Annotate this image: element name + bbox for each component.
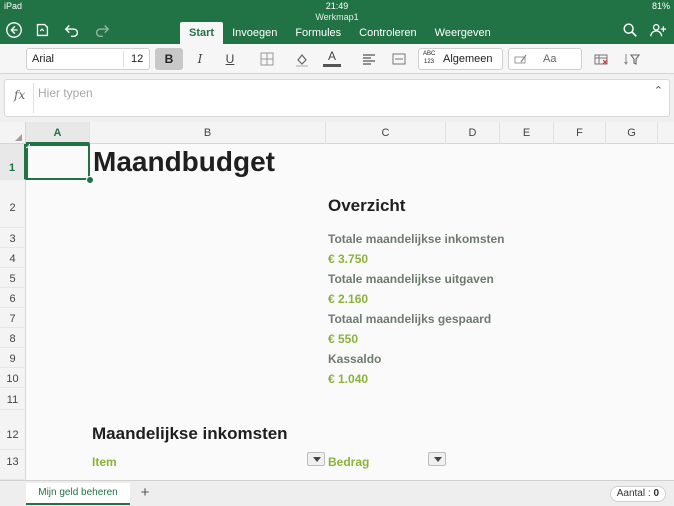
formula-box: fx ⌃ xyxy=(4,79,670,117)
column-header-b[interactable]: B xyxy=(90,122,326,144)
status-bar: iPad 21:49 81% xyxy=(0,0,674,12)
table-header-bedrag[interactable]: Bedrag xyxy=(328,455,369,469)
overview-label[interactable]: Totaal maandelijks gespaard xyxy=(328,312,491,326)
italic-button[interactable]: I xyxy=(186,48,214,70)
overview-value[interactable]: € 550 xyxy=(328,332,358,346)
row-header-2[interactable]: 2 xyxy=(0,180,26,228)
redo-icon[interactable] xyxy=(92,20,112,40)
tab-weergeven[interactable]: Weergeven xyxy=(426,22,500,44)
column-headers: A B C D E F G xyxy=(0,122,674,144)
income-section-heading[interactable]: Maandelijkse inkomsten xyxy=(92,424,288,444)
row-header-3[interactable]: 3 xyxy=(0,228,26,248)
font-color-swatch xyxy=(323,64,341,67)
column-header-f[interactable]: F xyxy=(554,122,606,144)
formula-input[interactable] xyxy=(38,85,638,101)
undo-icon[interactable] xyxy=(62,20,82,40)
column-header-a[interactable]: A xyxy=(26,122,90,144)
column-header-g[interactable]: G xyxy=(606,122,658,144)
overview-label[interactable]: Totale maandelijkse inkomsten xyxy=(328,232,505,246)
row-header-7[interactable]: 7 xyxy=(0,308,26,328)
row-header-8[interactable]: 8 xyxy=(0,328,26,348)
row-header-5[interactable]: 5 xyxy=(0,268,26,288)
ribbon-tabs: Start Invoegen Formules Controleren Weer… xyxy=(180,22,500,44)
column-header-e[interactable]: E xyxy=(500,122,554,144)
tab-start[interactable]: Start xyxy=(180,22,224,44)
chevron-up-icon[interactable]: ⌃ xyxy=(654,84,663,97)
add-person-icon[interactable] xyxy=(648,20,668,40)
sheet-tab-mijn-geld-beheren[interactable]: Mijn geld beheren xyxy=(26,483,130,505)
cell-styles-group: Aa xyxy=(508,48,582,70)
font-name-select[interactable]: Arial 12 xyxy=(26,48,150,70)
overview-value[interactable]: € 1.040 xyxy=(328,372,368,386)
row-header-9[interactable]: 9 xyxy=(0,348,26,368)
search-icon[interactable] xyxy=(620,20,640,40)
ribbon-toolbar: Arial 12 B I U A ABC 123 Algemeen Aa xyxy=(0,44,674,74)
font-size-value[interactable]: 12 xyxy=(131,49,143,69)
select-all-corner[interactable] xyxy=(0,122,26,144)
borders-icon[interactable] xyxy=(253,48,281,70)
overview-label[interactable]: Totale maandelijkse uitgaven xyxy=(328,272,494,286)
app-header: iPad 21:49 81% Werkmap1 Start Invoegen F… xyxy=(0,0,674,44)
selected-cell-a1[interactable] xyxy=(26,144,90,180)
font-color-label: A xyxy=(327,49,336,63)
overview-heading[interactable]: Overzicht xyxy=(328,196,405,216)
count-value: 0 xyxy=(653,488,659,499)
add-sheet-button[interactable]: + xyxy=(136,483,154,505)
battery-level: 81% xyxy=(651,1,670,11)
row-header-11[interactable]: 11 xyxy=(0,388,26,410)
formula-divider xyxy=(33,83,34,113)
fill-color-icon[interactable] xyxy=(288,48,316,70)
font-box-divider xyxy=(123,51,124,67)
number-format-value: Algemeen xyxy=(443,53,493,65)
row-header-12[interactable]: 12 xyxy=(0,410,26,450)
status-count[interactable]: Aantal : 0 xyxy=(609,486,666,502)
file-icon[interactable] xyxy=(32,20,52,40)
formula-bar: fx ⌃ xyxy=(0,74,674,122)
filter-dropdown-icon[interactable] xyxy=(428,452,446,466)
sheet-title[interactable]: Maandbudget xyxy=(93,146,275,178)
align-left-icon[interactable] xyxy=(355,48,383,70)
row-header-4[interactable]: 4 xyxy=(0,248,26,268)
spreadsheet-grid[interactable]: Maandbudget Overzicht Totale maandelijks… xyxy=(26,144,674,480)
row-header-1[interactable]: 1 xyxy=(0,144,26,180)
number-format-icon: ABC 123 xyxy=(423,51,436,65)
row-header-13[interactable]: 13 xyxy=(0,450,26,480)
table-header-item[interactable]: Item xyxy=(92,455,117,469)
filter-dropdown-icon[interactable] xyxy=(307,452,325,466)
count-label: Aantal : xyxy=(616,488,654,499)
underline-button[interactable]: U xyxy=(216,48,244,70)
bold-button[interactable]: B xyxy=(155,48,183,70)
tab-invoegen[interactable]: Invoegen xyxy=(223,22,286,44)
column-header-d[interactable]: D xyxy=(446,122,500,144)
tab-controleren[interactable]: Controleren xyxy=(350,22,425,44)
table-icon[interactable] xyxy=(587,48,615,70)
back-icon[interactable] xyxy=(4,20,24,40)
sort-filter-icon[interactable] xyxy=(618,48,646,70)
font-name-value: Arial xyxy=(32,53,55,65)
tab-formules[interactable]: Formules xyxy=(286,22,350,44)
row-header-10[interactable]: 10 xyxy=(0,368,26,388)
overview-value[interactable]: € 3.750 xyxy=(328,252,368,266)
conditional-format-icon[interactable] xyxy=(513,51,531,67)
wrap-text-icon[interactable] xyxy=(385,48,413,70)
clock: 21:49 xyxy=(325,1,349,11)
font-color-button[interactable]: A xyxy=(318,48,346,70)
fx-label: fx xyxy=(14,88,26,102)
column-header-c[interactable]: C xyxy=(326,122,446,144)
row-header-6[interactable]: 6 xyxy=(0,288,26,308)
cell-style-button[interactable]: Aa xyxy=(543,49,556,69)
overview-value[interactable]: € 2.160 xyxy=(328,292,368,306)
sheet-bar: Mijn geld beheren + Aantal : 0 xyxy=(0,480,674,506)
overview-label[interactable]: Kassaldo xyxy=(328,352,381,366)
number-format-select[interactable]: ABC 123 Algemeen xyxy=(418,48,503,70)
